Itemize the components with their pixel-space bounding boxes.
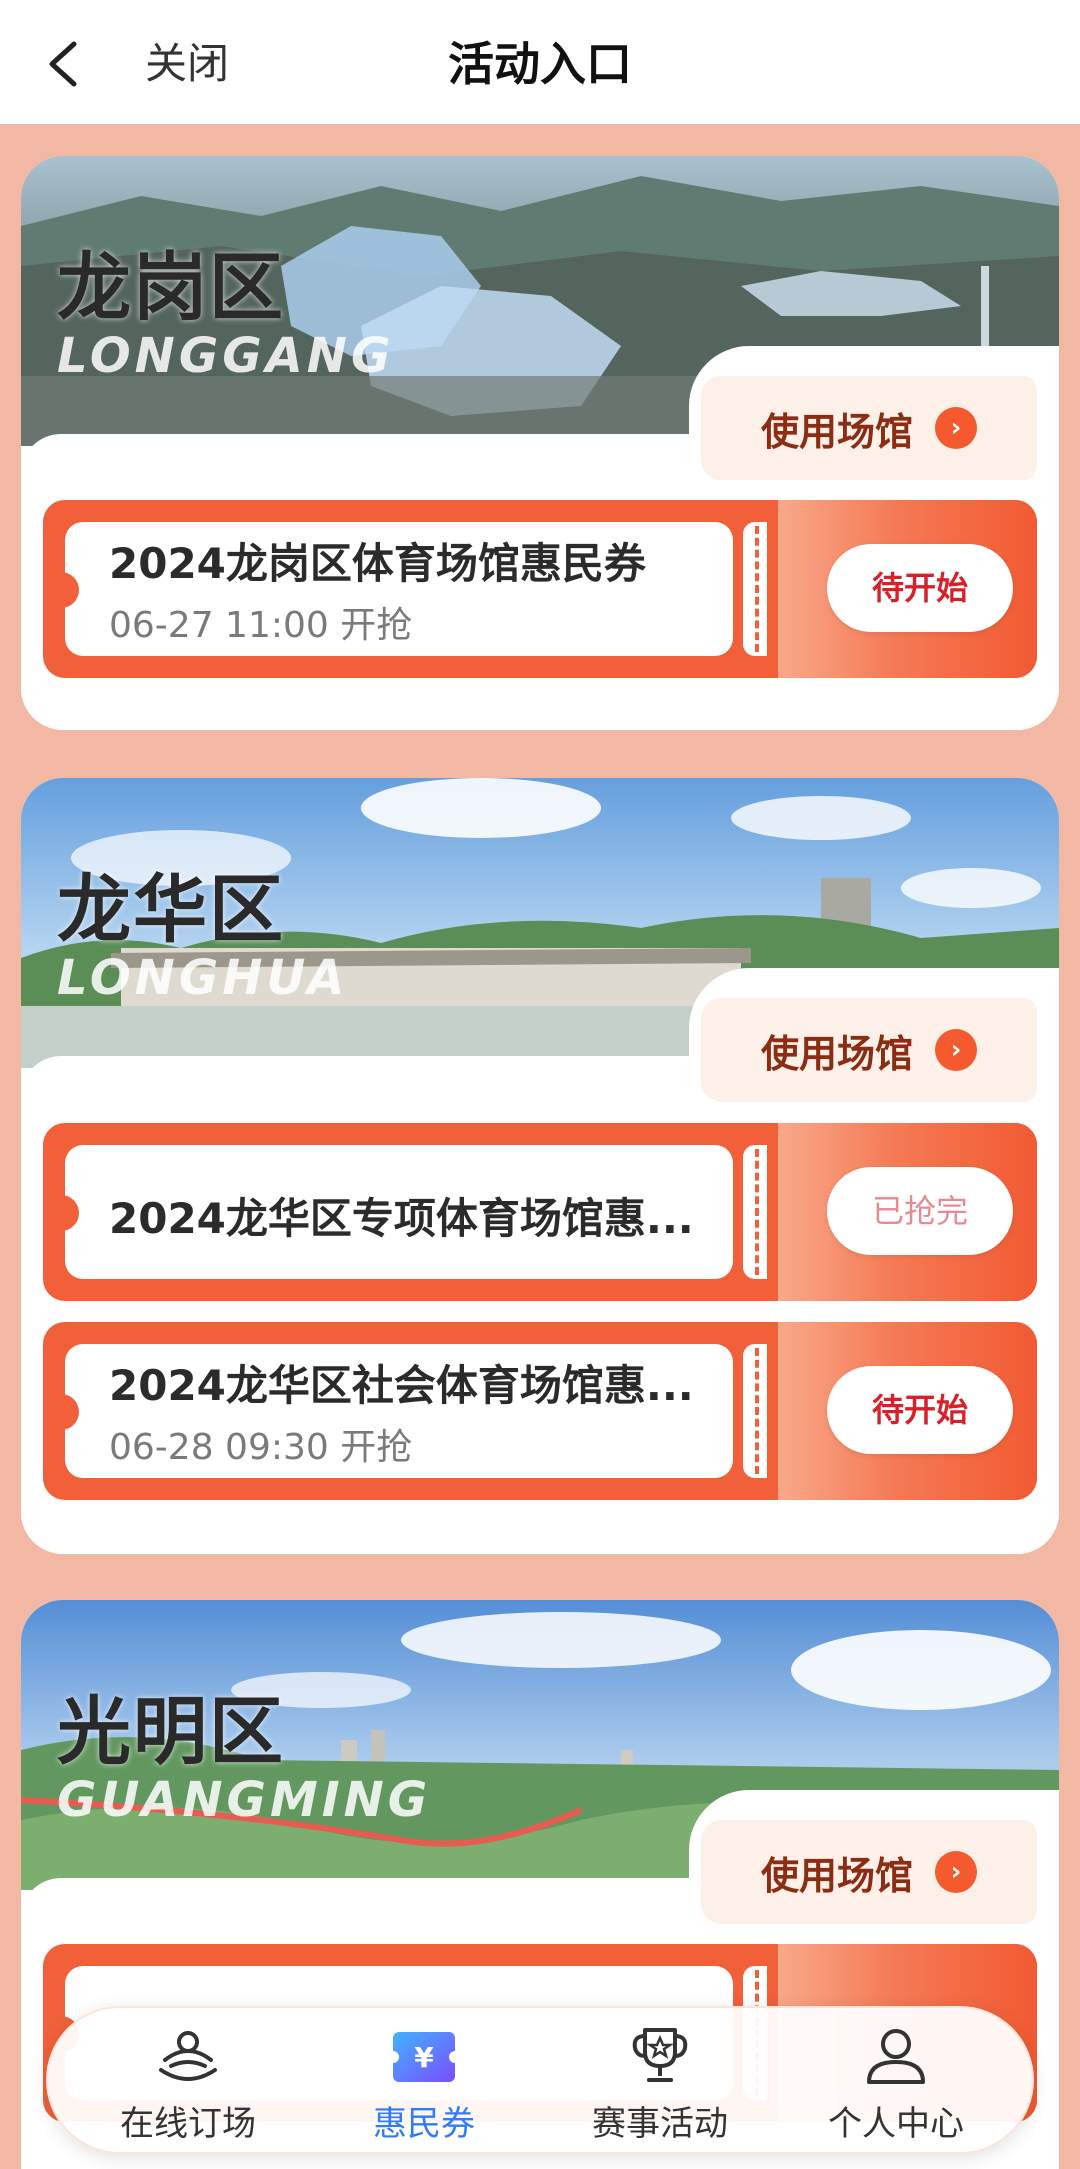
bottom-nav: 在线订场 ¥ 惠民券 赛事活动 个人中心 (46, 2006, 1034, 2154)
coupon-status-button[interactable]: 待开始 (827, 1366, 1013, 1454)
district-name: 光明区 (57, 1689, 285, 1775)
nav-item-events[interactable]: 赛事活动 (560, 2020, 760, 2148)
district-name-english: LONGGANG (57, 328, 395, 384)
stadium-icon (159, 2031, 217, 2081)
use-venue-label: 使用场馆 (760, 1031, 913, 1076)
chevron-right-icon: › (935, 1851, 977, 1893)
coupon-ticket[interactable]: 2024龙华区社会体育场馆惠... 06-28 09:30 开抢 待开始 (43, 1322, 1037, 1500)
page-title: 活动入口 (448, 37, 632, 91)
use-venue-button[interactable]: 使用场馆 › (701, 1820, 1037, 1924)
svg-text:¥: ¥ (414, 2041, 434, 2074)
chevron-right-icon: › (935, 1029, 977, 1071)
district-name-english: LONGHUA (57, 950, 349, 1006)
coupon-start-time: 06-27 11:00 开抢 (109, 605, 413, 646)
coupon-status-button[interactable]: 待开始 (827, 544, 1013, 632)
nav-item-profile[interactable]: 个人中心 (796, 2020, 996, 2148)
trophy-icon (632, 2028, 688, 2082)
nav-item-online-booking[interactable]: 在线订场 (88, 2020, 288, 2148)
use-venue-label: 使用场馆 (760, 1853, 913, 1898)
district-card-longgang: 龙岗区 LONGGANG 使用场馆 › 2024龙岗区体育场馆惠民券 06-27… (21, 156, 1059, 730)
district-name: 龙华区 (57, 867, 285, 953)
district-name-english: GUANGMING (57, 1772, 432, 1828)
nav-label: 在线订场 (120, 2104, 256, 2144)
coupon-ticket[interactable]: 2024龙华区专项体育场馆惠... 已抢完 (43, 1123, 1037, 1301)
chevron-right-icon: › (935, 407, 977, 449)
coupon-title: 2024龙岗区体育场馆惠民券 (109, 539, 646, 588)
nav-label: 赛事活动 (592, 2104, 728, 2144)
nav-label: 惠民券 (373, 2104, 475, 2144)
nav-item-coupon[interactable]: ¥ 惠民券 (324, 2020, 524, 2148)
coupon-title: 2024龙华区专项体育场馆惠... (109, 1194, 694, 1243)
coupon-start-time: 06-28 09:30 开抢 (109, 1427, 413, 1468)
nav-label: 个人中心 (828, 2104, 964, 2144)
use-venue-button[interactable]: 使用场馆 › (701, 998, 1037, 1102)
use-venue-label: 使用场馆 (760, 409, 913, 454)
ticket-dashed-line (755, 1149, 759, 1275)
user-icon (867, 2029, 925, 2084)
use-venue-button[interactable]: 使用场馆 › (701, 376, 1037, 480)
top-bar: 关闭 活动入口 (0, 0, 1080, 124)
ticket-dashed-line (755, 1348, 759, 1474)
coupon-yen-icon: ¥ (387, 2032, 461, 2082)
coupon-ticket[interactable]: 2024龙岗区体育场馆惠民券 06-27 11:00 开抢 待开始 (43, 500, 1037, 678)
coupon-title: 2024龙华区社会体育场馆惠... (109, 1361, 694, 1410)
coupon-status-button[interactable]: 已抢完 (827, 1167, 1013, 1255)
ticket-dashed-line (755, 526, 759, 652)
district-card-longhua: 龙华区 LONGHUA 使用场馆 › 2024龙华区专项体育场馆惠... 已抢完… (21, 778, 1059, 1554)
district-name: 龙岗区 (57, 245, 285, 331)
